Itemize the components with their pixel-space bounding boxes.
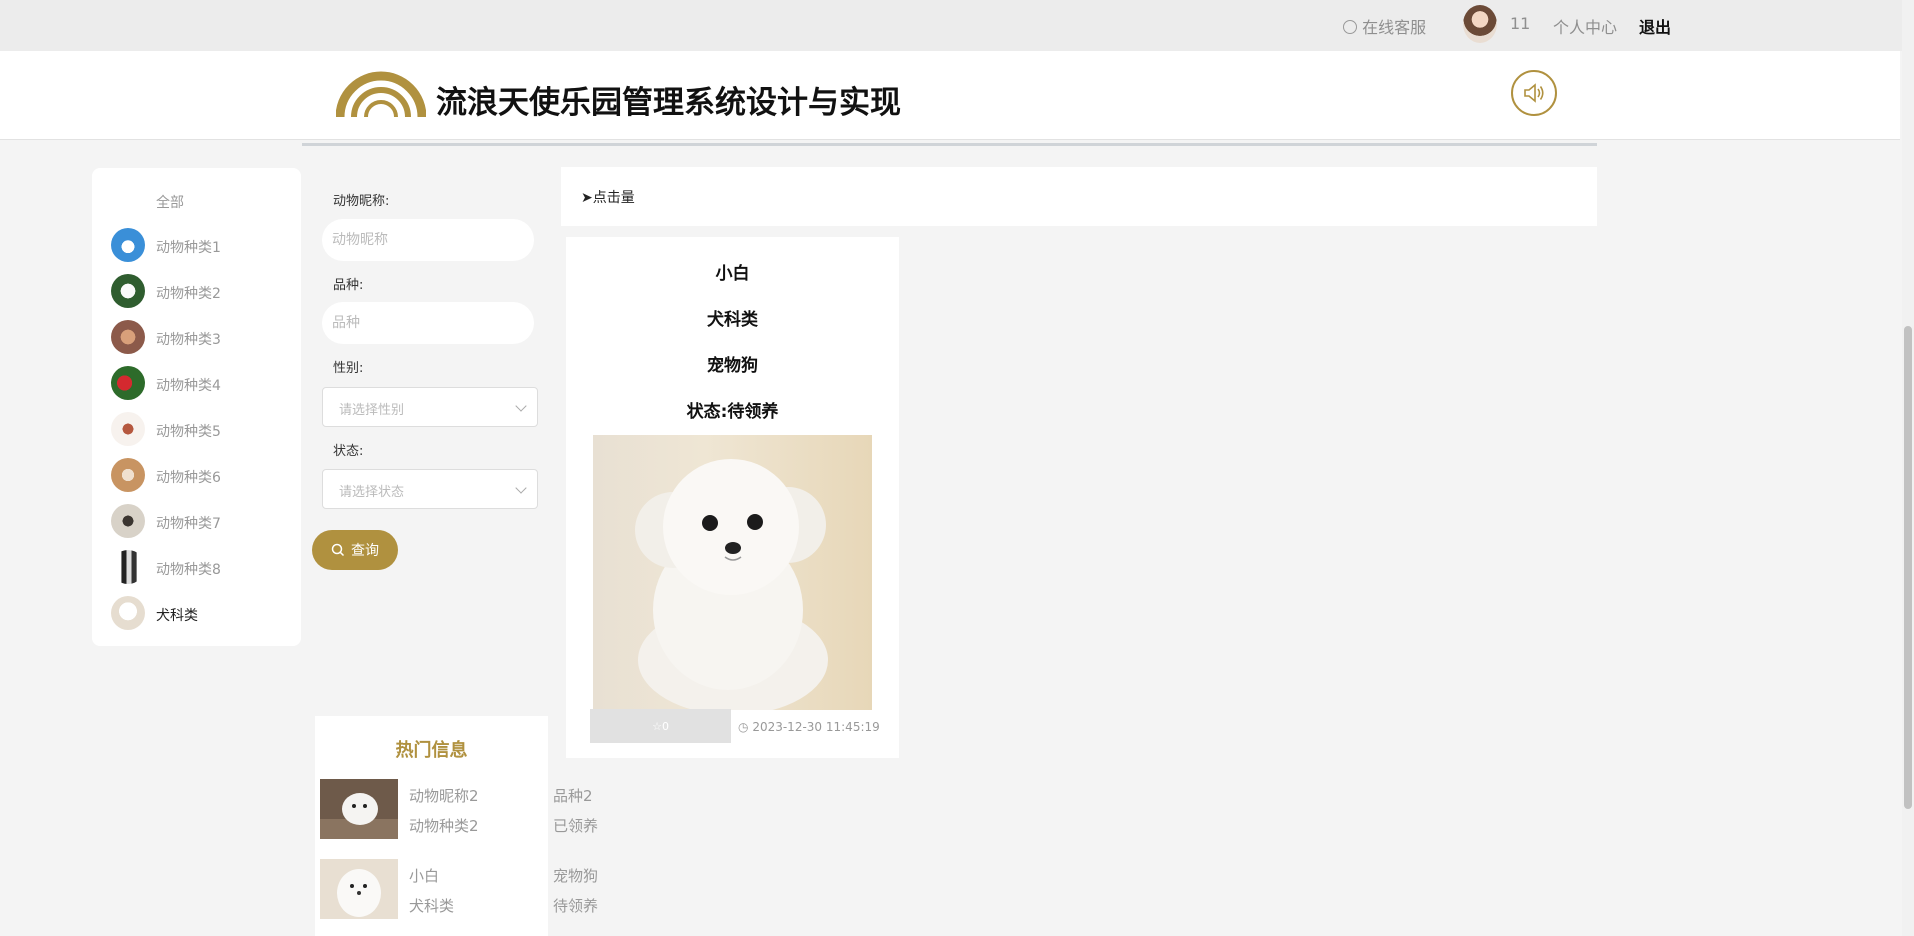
- hot-item-name[interactable]: 小白: [409, 865, 439, 886]
- category-item[interactable]: 动物种类2: [111, 274, 296, 310]
- category-avatar: [111, 458, 145, 492]
- header-divider: [302, 143, 1597, 146]
- category-avatar: [111, 412, 145, 446]
- pet-photo: [593, 435, 872, 710]
- hot-item-image[interactable]: [320, 779, 398, 839]
- hot-item-name[interactable]: 动物昵称2: [409, 785, 479, 806]
- category-all[interactable]: 全部: [156, 192, 184, 212]
- like-button[interactable]: ☆ 0: [590, 709, 731, 743]
- user-circle-icon: [1343, 20, 1357, 34]
- category-item[interactable]: 动物种类6: [111, 458, 296, 494]
- star-icon: ☆: [652, 719, 662, 733]
- gender-select[interactable]: 请选择性别: [322, 387, 538, 427]
- hot-item-breed: 宠物狗: [553, 867, 599, 885]
- category-item[interactable]: 动物种类7: [111, 504, 296, 540]
- online-service-link[interactable]: 在线客服: [1343, 14, 1426, 38]
- hot-item-status: 已领养: [553, 817, 599, 835]
- category-avatar: [111, 274, 145, 308]
- category-avatar: [111, 596, 145, 630]
- breed-label: 品种:: [333, 278, 364, 293]
- logout-link[interactable]: 退出: [1639, 14, 1671, 38]
- logo-icon: [336, 71, 426, 118]
- category-item[interactable]: 犬科类: [111, 596, 296, 632]
- status-select[interactable]: 请选择状态: [322, 469, 538, 509]
- category-item[interactable]: 动物种类5: [111, 412, 296, 448]
- pet-card[interactable]: 小白 犬科类 宠物狗 状态:待领养 ☆ 0 ◷ 2023-12-30 11:45…: [566, 237, 899, 758]
- pet-category: 犬科类: [707, 310, 758, 330]
- search-icon: [331, 543, 345, 557]
- clock-icon: ◷: [738, 720, 749, 734]
- category-item[interactable]: 动物种类1: [111, 228, 296, 264]
- category-item[interactable]: 动物种类4: [111, 366, 296, 402]
- user-avatar[interactable]: [1463, 5, 1497, 43]
- pet-status: 状态:待领养: [686, 402, 779, 422]
- hot-info-title: 热门信息: [395, 740, 468, 761]
- personal-center-link[interactable]: 个人中心: [1553, 14, 1617, 38]
- user-count: 11: [1510, 14, 1531, 33]
- search-button[interactable]: 查询: [312, 530, 398, 570]
- speaker-icon: [1524, 83, 1544, 103]
- category-avatar: [111, 550, 145, 584]
- hot-item-category: 动物种类2: [409, 817, 479, 835]
- breed-input[interactable]: [322, 302, 534, 344]
- category-avatar: [111, 366, 145, 400]
- top-bar: 在线客服 11 个人中心 退出: [0, 0, 1914, 51]
- pet-name: 小白: [715, 264, 750, 284]
- publish-time: ◷ 2023-12-30 11:45:19: [738, 720, 880, 734]
- chevron-down-icon: [515, 482, 527, 494]
- category-avatar: [111, 228, 145, 262]
- category-avatar: [111, 504, 145, 538]
- category-item[interactable]: 动物种类3: [111, 320, 296, 356]
- page-scrollbar[interactable]: [1902, 0, 1914, 936]
- category-item[interactable]: 动物种类8: [111, 550, 296, 586]
- category-avatar: [111, 320, 145, 354]
- sound-button[interactable]: [1511, 70, 1557, 116]
- sort-by-clicks[interactable]: ➤点击量: [581, 187, 635, 207]
- status-label: 状态:: [333, 444, 364, 459]
- chevron-down-icon: [515, 400, 527, 412]
- site-title: 流浪天使乐园管理系统设计与实现: [436, 85, 901, 121]
- hot-item-image[interactable]: [320, 859, 398, 919]
- category-list: 全部 动物种类1 动物种类2 动物种类3 动物种类4 动物种类5 动物种类6 动…: [92, 168, 301, 646]
- gender-label: 性别:: [333, 361, 364, 376]
- hot-item-status: 待领养: [553, 897, 599, 915]
- sort-bar: ➤点击量: [561, 167, 1597, 226]
- nickname-input[interactable]: [322, 219, 534, 261]
- header: 流浪天使乐园管理系统设计与实现: [0, 51, 1900, 146]
- scrollbar-thumb[interactable]: [1904, 326, 1912, 809]
- hot-item-breed: 品种2: [553, 787, 593, 805]
- hot-item-category: 犬科类: [409, 897, 455, 915]
- pet-breed: 宠物狗: [707, 356, 758, 376]
- nickname-label: 动物昵称:: [333, 194, 390, 209]
